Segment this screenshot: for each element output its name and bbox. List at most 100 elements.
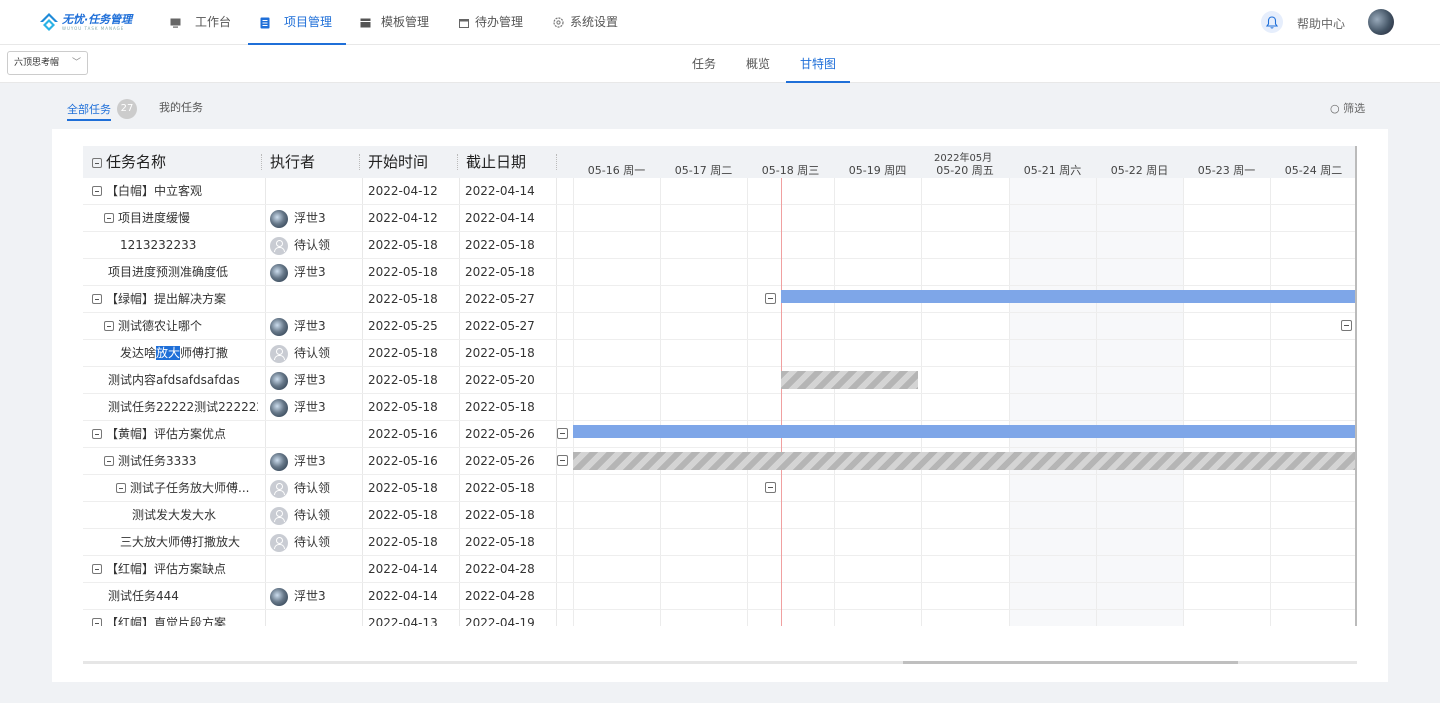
nav-item-todos[interactable]: 待办管理 bbox=[459, 0, 523, 45]
task-name: 【红帽】直觉片段方案 bbox=[92, 610, 226, 626]
task-name: 测试内容afdsafdsafdas bbox=[108, 373, 240, 387]
selected-text: 放大 bbox=[156, 346, 181, 360]
table-row[interactable]: 测试子任务放大师傅... 待认领 2022-05-18 2022-05-18 bbox=[83, 475, 1355, 502]
table-row[interactable]: 【红帽】直觉片段方案 2022-04-13 2022-04-19 bbox=[83, 610, 1355, 626]
column-separator bbox=[556, 154, 557, 170]
table-row[interactable]: 1213232233 待认领 2022-05-18 2022-05-18 bbox=[83, 232, 1355, 259]
timeline-collapse-icon[interactable] bbox=[557, 455, 568, 466]
timeline-collapse-icon[interactable] bbox=[765, 293, 776, 304]
table-row[interactable]: 测试任务22222测试222222 浮世3 2022-05-18 2022-05… bbox=[83, 394, 1355, 421]
end-date: 2022-05-18 bbox=[465, 508, 535, 522]
table-row[interactable]: 【白帽】中立客观 2022-04-12 2022-04-14 bbox=[83, 178, 1355, 205]
gantt-bar-test-task-3333[interactable] bbox=[573, 452, 1355, 470]
end-date: 2022-04-28 bbox=[465, 589, 535, 603]
tab-gantt[interactable]: 甘特图 bbox=[785, 45, 851, 83]
task-name: 测试任务22222测试222222 bbox=[108, 400, 258, 414]
timeline-collapse-icon[interactable] bbox=[557, 428, 568, 439]
task-name: 【黄帽】评估方案优点 bbox=[92, 421, 226, 448]
start-date: 2022-04-12 bbox=[368, 211, 438, 225]
table-row[interactable]: 项目进度预测准确度低 浮世3 2022-05-18 2022-05-18 bbox=[83, 259, 1355, 286]
start-date: 2022-04-12 bbox=[368, 184, 438, 198]
nav-item-projects[interactable]: 项目管理 bbox=[247, 0, 347, 45]
gantt-bar-test-content[interactable] bbox=[781, 371, 918, 389]
notification-button[interactable] bbox=[1261, 11, 1283, 33]
project-subbar: 六顶思考帽 ﹀ 任务 概览 甘特图 bbox=[0, 45, 1440, 83]
nav-item-templates[interactable]: 模板管理 bbox=[360, 0, 429, 45]
assignee: 待认领 bbox=[270, 502, 330, 529]
nav-label-settings: 系统设置 bbox=[570, 15, 619, 29]
end-date: 2022-05-18 bbox=[465, 535, 535, 549]
date-header: 05-20 周五 bbox=[936, 164, 994, 177]
today-marker bbox=[781, 178, 782, 626]
date-header: 05-21 周六 bbox=[1023, 164, 1082, 177]
collapse-icon[interactable] bbox=[92, 186, 102, 196]
filter-my-tasks[interactable]: 我的任务 bbox=[159, 99, 203, 115]
task-name: 1213232233 bbox=[120, 238, 197, 252]
date-header: 05-22 周日 bbox=[1110, 164, 1169, 177]
start-date: 2022-05-18 bbox=[368, 238, 438, 252]
gear-icon bbox=[553, 17, 564, 28]
collapse-icon[interactable] bbox=[92, 294, 102, 304]
end-date: 2022-05-20 bbox=[465, 373, 535, 387]
logo-icon bbox=[40, 13, 58, 31]
column-separator bbox=[261, 154, 262, 170]
filter-mine-label: 我的任务 bbox=[159, 101, 203, 114]
start-date: 2022-05-18 bbox=[368, 535, 438, 549]
filter-all-label: 全部任务 bbox=[67, 103, 111, 116]
end-date: 2022-05-26 bbox=[465, 454, 535, 468]
collapse-icon[interactable] bbox=[92, 564, 102, 574]
task-name: 三大放大师傅打撒放大 bbox=[120, 535, 241, 549]
collapse-icon[interactable] bbox=[92, 429, 102, 439]
table-row[interactable]: 三大放大师傅打撒放大 待认领 2022-05-18 2022-05-18 bbox=[83, 529, 1355, 556]
start-date: 2022-05-18 bbox=[368, 481, 438, 495]
task-name: 发达啥放大师傅打撒 bbox=[120, 346, 229, 360]
task-name: 【白帽】中立客观 bbox=[92, 178, 202, 205]
table-row[interactable]: 测试任务444 浮世3 2022-04-14 2022-04-28 bbox=[83, 583, 1355, 610]
avatar bbox=[270, 263, 288, 282]
timeline-collapse-icon[interactable] bbox=[1341, 320, 1352, 331]
table-row[interactable]: 测试内容afdsafdsafdas 浮世3 2022-05-18 2022-05… bbox=[83, 367, 1355, 394]
timeline-collapse-icon[interactable] bbox=[765, 482, 776, 493]
collapse-icon[interactable] bbox=[92, 618, 102, 626]
scrollbar-thumb[interactable] bbox=[903, 661, 1238, 664]
table-row[interactable]: 项目进度缓慢 浮世3 2022-04-12 2022-04-14 bbox=[83, 205, 1355, 232]
table-row[interactable]: 测试德农让哪个 浮世3 2022-05-25 2022-05-27 bbox=[83, 313, 1355, 340]
collapse-icon[interactable] bbox=[104, 456, 114, 466]
horizontal-scrollbar[interactable] bbox=[83, 661, 1357, 664]
nav-item-settings[interactable]: 系统设置 bbox=[553, 0, 618, 45]
user-avatar[interactable] bbox=[1368, 9, 1394, 35]
table-row[interactable]: 发达啥放大师傅打撒 待认领 2022-05-18 2022-05-18 bbox=[83, 340, 1355, 367]
end-date: 2022-04-14 bbox=[465, 211, 535, 225]
filter-button[interactable]: ○ 筛选 bbox=[1330, 100, 1365, 116]
app-logo[interactable]: 无忧·任务管理 WUYOU TASK MANAGE bbox=[38, 11, 132, 33]
project-select[interactable]: 六顶思考帽 ﹀ bbox=[7, 51, 88, 75]
date-header: 05-18 周三 bbox=[761, 164, 820, 177]
logo-subtitle: WUYOU TASK MANAGE bbox=[62, 25, 125, 31]
date-header: 05-24 周二 bbox=[1284, 164, 1343, 177]
table-row[interactable]: 【红帽】评估方案缺点 2022-04-14 2022-04-28 bbox=[83, 556, 1355, 583]
avatar bbox=[270, 317, 288, 336]
assignee: 待认领 bbox=[270, 232, 330, 259]
filter-row: 全部任务 27 我的任务 bbox=[0, 83, 1440, 129]
column-header-task-name[interactable]: 任务名称 bbox=[92, 146, 166, 178]
document-icon bbox=[260, 17, 270, 28]
tab-overview[interactable]: 概览 bbox=[746, 45, 770, 83]
column-header-start: 开始时间 bbox=[368, 153, 429, 171]
help-center-link[interactable]: 帮助中心 bbox=[1297, 15, 1345, 32]
end-date: 2022-05-27 bbox=[465, 292, 535, 306]
table-row[interactable]: 测试发大发大水 待认领 2022-05-18 2022-05-18 bbox=[83, 502, 1355, 529]
collapse-icon[interactable] bbox=[104, 213, 114, 223]
filter-all-tasks[interactable]: 全部任务 27 bbox=[67, 99, 137, 121]
gantt-chart: 任务名称 执行者 开始时间 截止日期 2022年05月 05-16 周一 05-… bbox=[83, 146, 1357, 626]
nav-item-workbench[interactable]: 工作台 bbox=[170, 0, 231, 45]
gantt-bar-yellow-hat[interactable] bbox=[573, 425, 1355, 438]
gantt-bar-green-hat[interactable] bbox=[781, 290, 1355, 303]
collapse-all-icon[interactable] bbox=[92, 158, 102, 168]
start-date: 2022-05-18 bbox=[368, 400, 438, 414]
collapse-icon[interactable] bbox=[116, 483, 126, 493]
collapse-icon[interactable] bbox=[104, 321, 114, 331]
end-date: 2022-05-18 bbox=[465, 481, 535, 495]
column-separator bbox=[457, 154, 458, 170]
start-date: 2022-05-25 bbox=[368, 319, 438, 333]
tab-tasks[interactable]: 任务 bbox=[692, 45, 716, 83]
